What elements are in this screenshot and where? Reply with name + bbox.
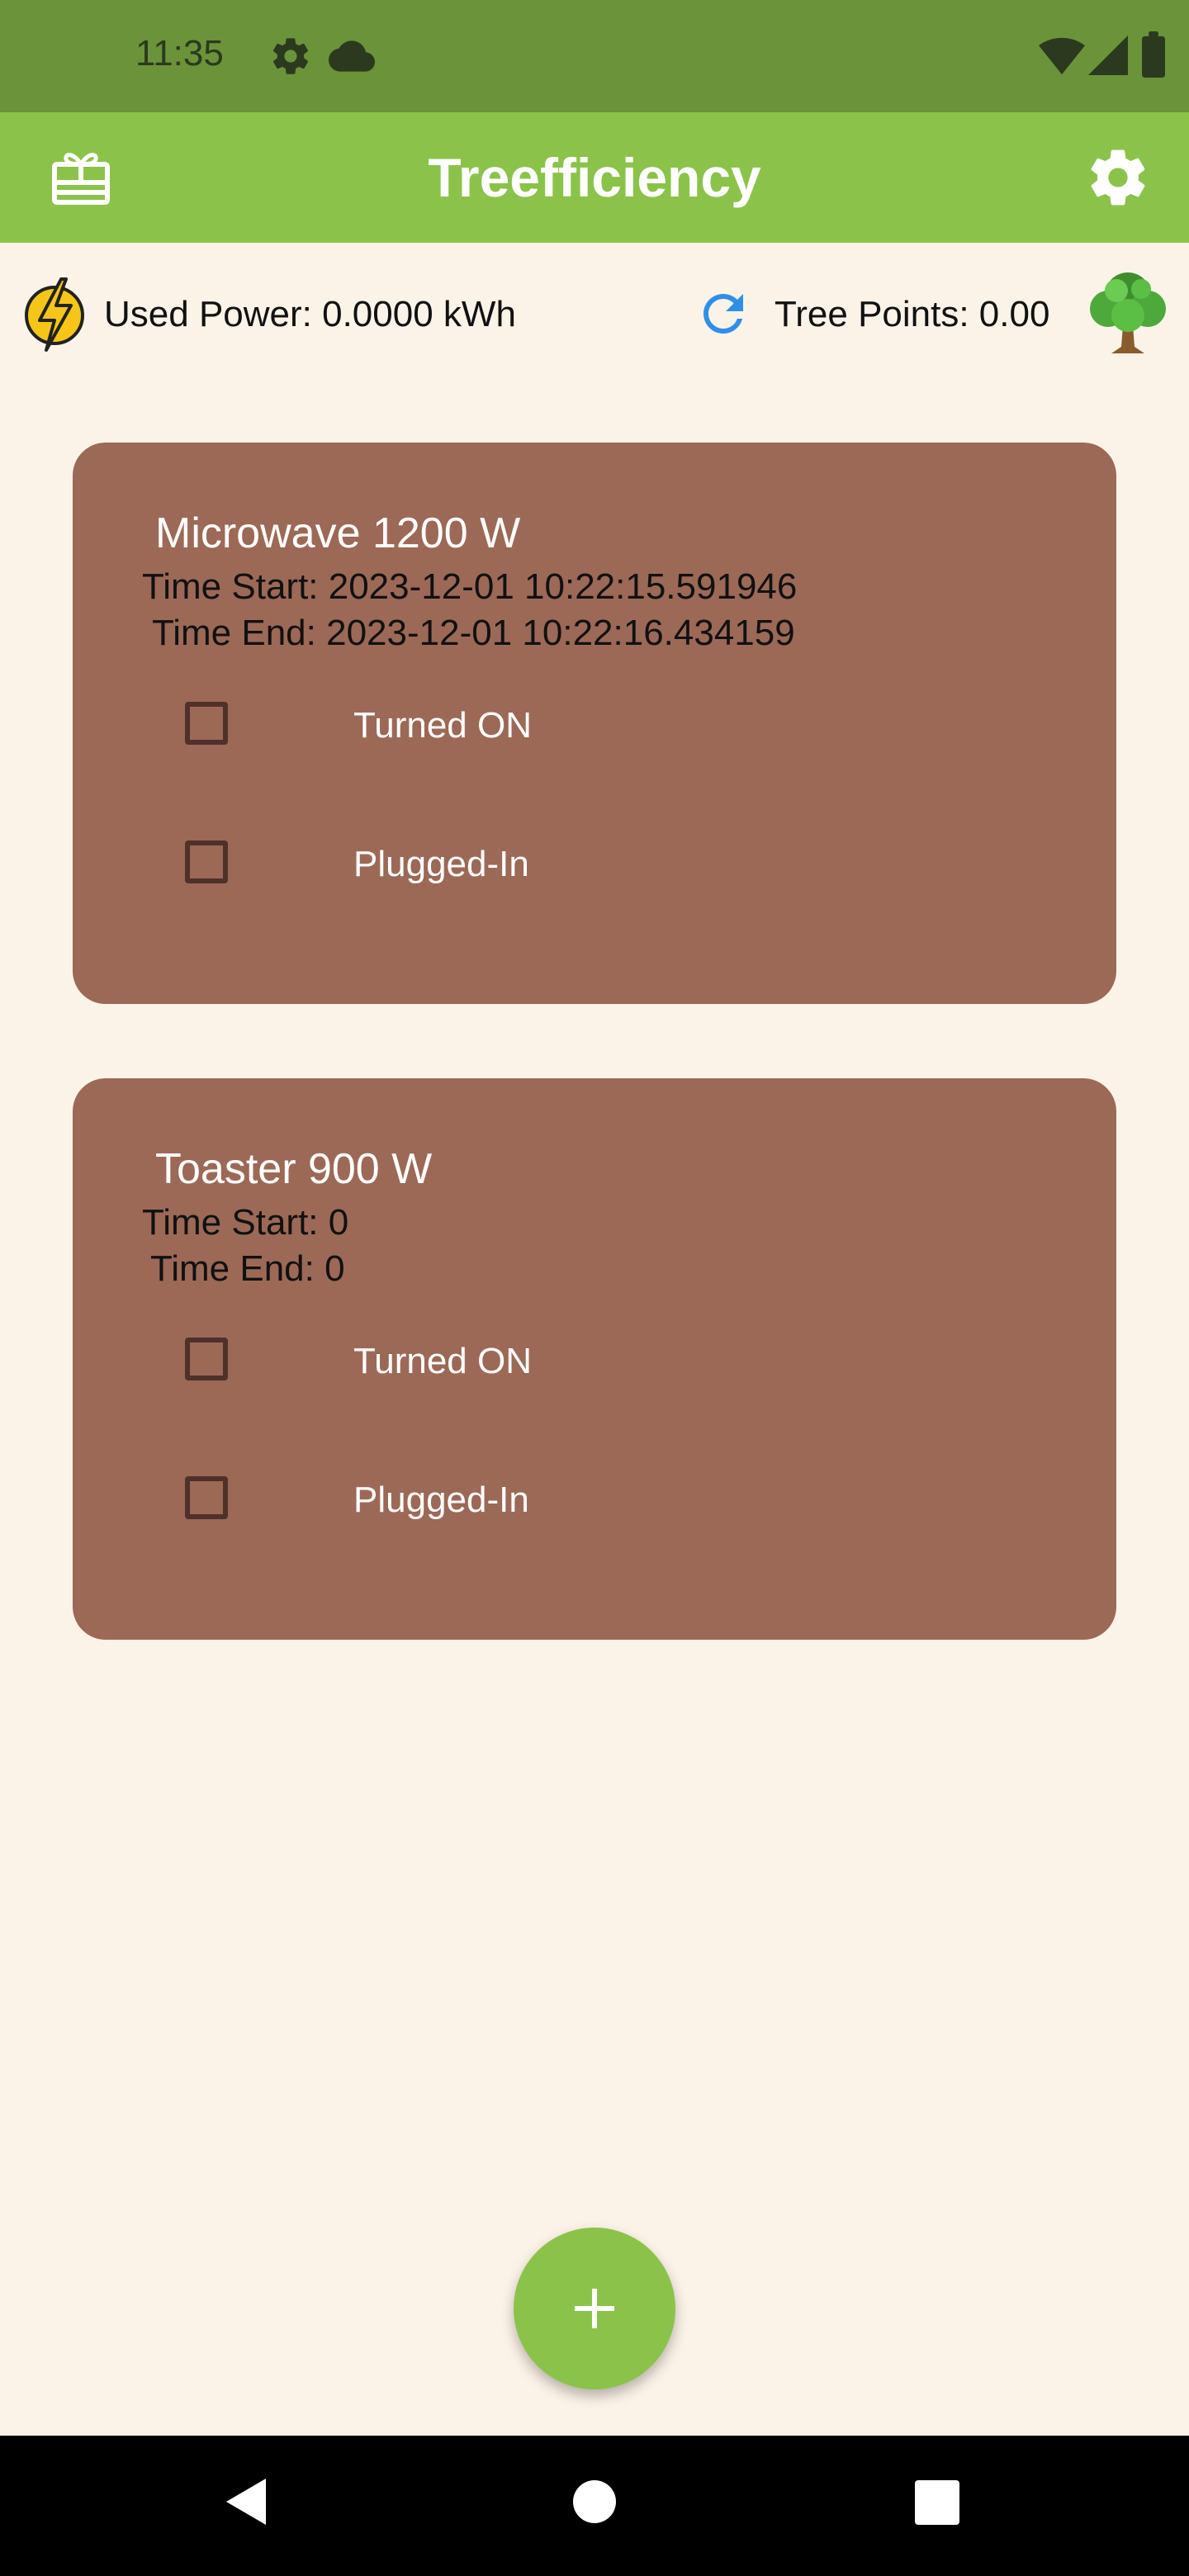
turned-on-checkbox[interactable] — [185, 702, 228, 745]
turned-on-label: Turned ON — [353, 705, 533, 746]
gear-icon — [272, 38, 309, 74]
refresh-button[interactable] — [694, 284, 753, 343]
recents-icon[interactable] — [915, 2480, 959, 2525]
turned-on-checkbox[interactable] — [185, 1338, 228, 1380]
plugged-in-label: Plugged-In — [353, 844, 529, 884]
info-row: Used Power: 0.0000 kWh Tree Points: 0.00 — [0, 264, 1189, 363]
gear-icon — [1091, 149, 1145, 206]
app-bar: Treefficiency — [0, 112, 1189, 243]
app-title: Treefficiency — [428, 147, 761, 208]
status-bar: 11:35 — [0, 0, 1189, 112]
plugged-in-checkbox[interactable] — [185, 1476, 228, 1519]
battery-icon — [1142, 31, 1165, 78]
add-appliance-button[interactable] — [514, 2228, 675, 2389]
time-end-label: Time End: 2023-12-01 10:22:16.434159 — [152, 613, 795, 653]
tree-icon — [1090, 272, 1166, 353]
appliance-title: Toaster 900 W — [155, 1145, 433, 1193]
cloud-icon — [329, 40, 375, 72]
settings-button[interactable] — [1077, 136, 1159, 219]
turned-on-label: Turned ON — [353, 1341, 533, 1381]
lightning-bolt-icon — [25, 277, 84, 352]
appliance-title: Microwave 1200 W — [155, 509, 521, 557]
signal-icon — [1088, 36, 1128, 75]
gift-card-button[interactable] — [40, 136, 122, 219]
refresh-icon — [703, 294, 743, 334]
used-power-label: Used Power: 0.0000 kWh — [104, 294, 516, 334]
wifi-icon — [1039, 37, 1085, 75]
plus-icon — [575, 2289, 614, 2328]
system-nav-bar — [0, 2436, 1189, 2576]
tree-points-label: Tree Points: 0.00 — [775, 294, 1050, 334]
appliance-card: Toaster 900 W Time Start: 0 Time End: 0 … — [73, 1078, 1116, 1640]
back-icon[interactable] — [221, 2475, 271, 2528]
home-icon[interactable] — [571, 2479, 618, 2525]
plugged-in-label: Plugged-In — [353, 1480, 529, 1520]
appliance-card: Microwave 1200 W Time Start: 2023-12-01 … — [73, 443, 1116, 1004]
status-time: 11:35 — [135, 33, 224, 73]
time-end-label: Time End: 0 — [150, 1248, 345, 1289]
time-start-label: Time Start: 0 — [142, 1202, 349, 1243]
plugged-in-checkbox[interactable] — [185, 841, 228, 883]
gift-card-icon — [52, 153, 110, 205]
time-start-label: Time Start: 2023-12-01 10:22:15.591946 — [142, 566, 798, 607]
